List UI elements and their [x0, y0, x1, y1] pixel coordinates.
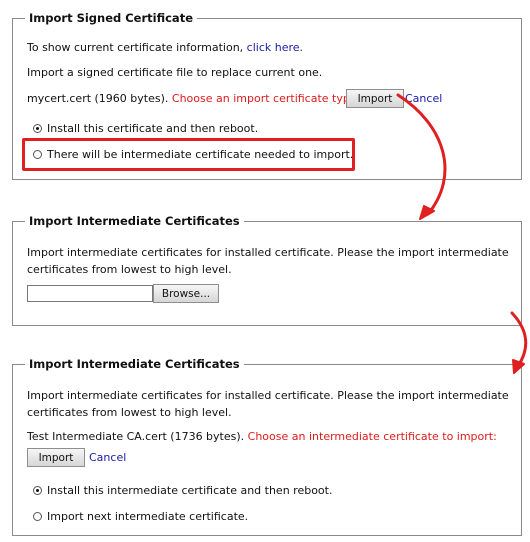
flow-arrows	[396, 93, 528, 374]
arrow-2	[510, 311, 528, 368]
arrow-2-head	[512, 359, 525, 374]
arrow-1	[396, 93, 447, 216]
